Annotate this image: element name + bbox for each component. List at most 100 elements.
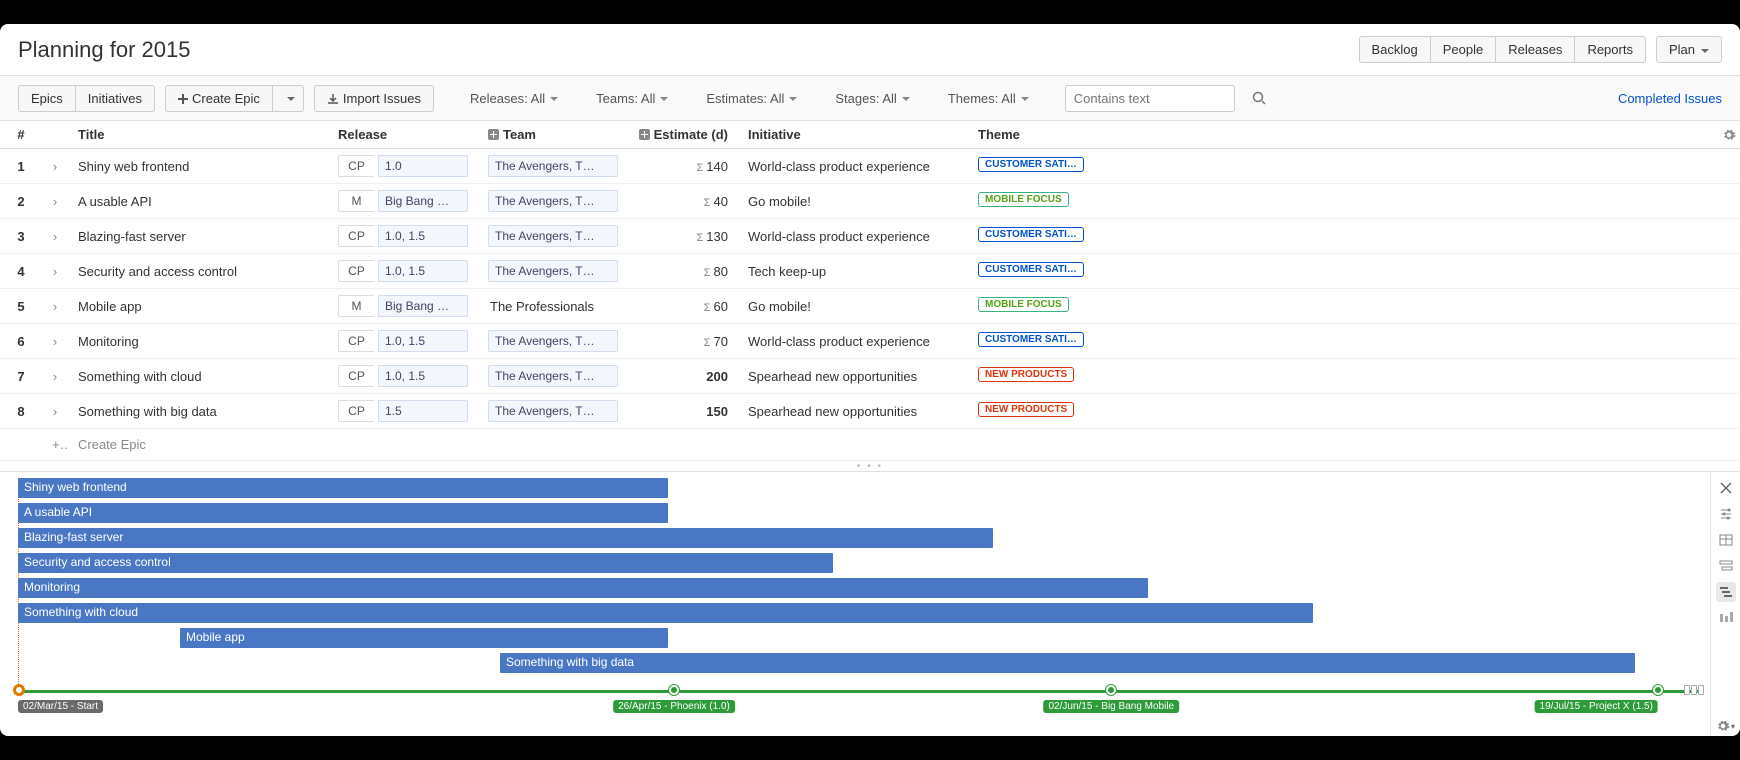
expand-toggle[interactable]: ›: [42, 184, 68, 219]
theme-tag[interactable]: CUSTOMER SATI…: [978, 262, 1084, 277]
expand-toggle[interactable]: ›: [42, 359, 68, 394]
table-row[interactable]: 2›A usable APIMBig Bang …The Avengers, T…: [0, 184, 1740, 219]
epic-title[interactable]: A usable API: [68, 184, 328, 219]
epic-title[interactable]: Something with big data: [68, 394, 328, 429]
release-cell[interactable]: CP1.0, 1.5: [338, 365, 468, 387]
table-row[interactable]: 8›Something with big dataCP1.5The Avenge…: [0, 394, 1740, 429]
initiative-cell[interactable]: World-class product experience: [738, 324, 968, 359]
theme-tag[interactable]: MOBILE FOCUS: [978, 297, 1069, 312]
team-cell[interactable]: The Avengers, T…: [488, 400, 618, 422]
create-epic-dropdown[interactable]: [272, 85, 304, 112]
epic-title[interactable]: Security and access control: [68, 254, 328, 289]
nav-people[interactable]: People: [1430, 36, 1496, 63]
epic-title[interactable]: Mobile app: [68, 289, 328, 324]
expand-toggle[interactable]: ›: [42, 254, 68, 289]
team-cell[interactable]: The Avengers, T…: [488, 155, 618, 177]
estimate-value[interactable]: 140: [696, 159, 728, 174]
nav-reports[interactable]: Reports: [1574, 36, 1646, 63]
team-cell[interactable]: The Avengers, T…: [488, 225, 618, 247]
epic-title[interactable]: Shiny web frontend: [68, 149, 328, 184]
timeline-milestone[interactable]: [669, 685, 679, 695]
initiative-cell[interactable]: Spearhead new opportunities: [738, 359, 968, 394]
expand-toggle[interactable]: ›: [42, 219, 68, 254]
theme-tag[interactable]: NEW PRODUCTS: [978, 402, 1074, 417]
nav-releases[interactable]: Releases: [1495, 36, 1575, 63]
estimate-value[interactable]: 150: [706, 404, 728, 419]
gantt-bar[interactable]: Shiny web frontend: [18, 478, 668, 498]
release-cell[interactable]: CP1.0: [338, 155, 468, 177]
create-epic-button[interactable]: Create Epic: [165, 85, 273, 112]
table-settings[interactable]: [1712, 121, 1740, 149]
timeline[interactable]: 02/Mar/15 - Start 26/Apr/15 - Phoenix (1…: [18, 688, 1700, 694]
create-epic-row[interactable]: + Create Epic: [0, 429, 1740, 461]
release-cell[interactable]: CP1.0, 1.5: [338, 225, 468, 247]
gantt-bar[interactable]: Monitoring: [18, 578, 1148, 598]
search-button[interactable]: [1245, 84, 1273, 112]
estimate-value[interactable]: 60: [704, 299, 728, 314]
table-row[interactable]: 6›MonitoringCP1.0, 1.5The Avengers, T…70…: [0, 324, 1740, 359]
estimate-value[interactable]: 70: [704, 334, 728, 349]
table-row[interactable]: 4›Security and access controlCP1.0, 1.5T…: [0, 254, 1740, 289]
estimate-value[interactable]: 130: [696, 229, 728, 244]
filter-themes[interactable]: Themes: All: [946, 87, 1031, 110]
initiative-cell[interactable]: Go mobile!: [738, 184, 968, 219]
completed-issues-link[interactable]: Completed Issues: [1618, 91, 1722, 106]
table-row[interactable]: 1›Shiny web frontendCP1.0The Avengers, T…: [0, 149, 1740, 184]
gantt-bar[interactable]: A usable API: [18, 503, 668, 523]
gantt-bar[interactable]: Something with big data: [500, 653, 1635, 673]
filter-releases[interactable]: Releases: All: [468, 87, 560, 110]
col-theme[interactable]: Theme: [968, 121, 1148, 149]
panel-resize-handle[interactable]: • • •: [0, 461, 1740, 471]
table-row[interactable]: 3›Blazing-fast serverCP1.0, 1.5The Aveng…: [0, 219, 1740, 254]
gantt-view-3-button[interactable]: [1716, 608, 1736, 628]
tab-initiatives[interactable]: Initiatives: [75, 85, 155, 112]
plan-dropdown[interactable]: Plan: [1656, 36, 1722, 63]
theme-tag[interactable]: CUSTOMER SATI…: [978, 157, 1084, 172]
team-cell[interactable]: The Avengers, T…: [488, 365, 618, 387]
expand-toggle[interactable]: ›: [42, 149, 68, 184]
col-estimate[interactable]: Estimate (d): [628, 121, 738, 149]
search-input[interactable]: [1065, 85, 1235, 112]
filter-estimates[interactable]: Estimates: All: [704, 87, 799, 110]
estimate-value[interactable]: 40: [704, 194, 728, 209]
gantt-view-1-button[interactable]: [1716, 556, 1736, 576]
release-cell[interactable]: MBig Bang …: [338, 295, 468, 317]
team-cell[interactable]: The Avengers, T…: [488, 260, 618, 282]
import-issues-button[interactable]: Import Issues: [314, 85, 434, 112]
release-cell[interactable]: CP1.5: [338, 400, 468, 422]
epic-title[interactable]: Something with cloud: [68, 359, 328, 394]
timeline-milestone[interactable]: [1106, 685, 1116, 695]
gantt-view-2-button[interactable]: [1716, 582, 1736, 602]
team-cell[interactable]: The Avengers, T…: [488, 190, 618, 212]
team-cell[interactable]: The Avengers, T…: [488, 330, 618, 352]
expand-toggle[interactable]: ›: [42, 289, 68, 324]
gantt-close-button[interactable]: [1716, 478, 1736, 498]
filter-stages[interactable]: Stages: All: [833, 87, 911, 110]
col-initiative[interactable]: Initiative: [738, 121, 968, 149]
initiative-cell[interactable]: Spearhead new opportunities: [738, 394, 968, 429]
initiative-cell[interactable]: World-class product experience: [738, 149, 968, 184]
release-cell[interactable]: CP1.0, 1.5: [338, 260, 468, 282]
col-team[interactable]: Team: [478, 121, 628, 149]
filter-teams[interactable]: Teams: All: [594, 87, 670, 110]
timeline-milestone-start[interactable]: [14, 685, 24, 695]
table-row[interactable]: 5›Mobile appMBig Bang …The Professionals…: [0, 289, 1740, 324]
gantt-chart[interactable]: 02/Mar/15 - Start 26/Apr/15 - Phoenix (1…: [0, 472, 1710, 736]
theme-tag[interactable]: CUSTOMER SATI…: [978, 227, 1084, 242]
col-release[interactable]: Release: [328, 121, 478, 149]
expand-toggle[interactable]: ›: [42, 394, 68, 429]
initiative-cell[interactable]: Tech keep-up: [738, 254, 968, 289]
gantt-bar[interactable]: Something with cloud: [18, 603, 1313, 623]
team-cell[interactable]: The Professionals: [488, 296, 618, 317]
theme-tag[interactable]: CUSTOMER SATI…: [978, 332, 1084, 347]
epic-title[interactable]: Blazing-fast server: [68, 219, 328, 254]
gantt-settings-button[interactable]: ▾: [1716, 716, 1736, 736]
expand-toggle[interactable]: ›: [42, 324, 68, 359]
estimate-value[interactable]: 200: [706, 369, 728, 384]
col-number[interactable]: #: [0, 121, 42, 149]
timeline-end-handles[interactable]: [1684, 685, 1704, 695]
release-cell[interactable]: CP1.0, 1.5: [338, 330, 468, 352]
gantt-bar[interactable]: Security and access control: [18, 553, 833, 573]
estimate-value[interactable]: 80: [704, 264, 728, 279]
nav-backlog[interactable]: Backlog: [1359, 36, 1431, 63]
